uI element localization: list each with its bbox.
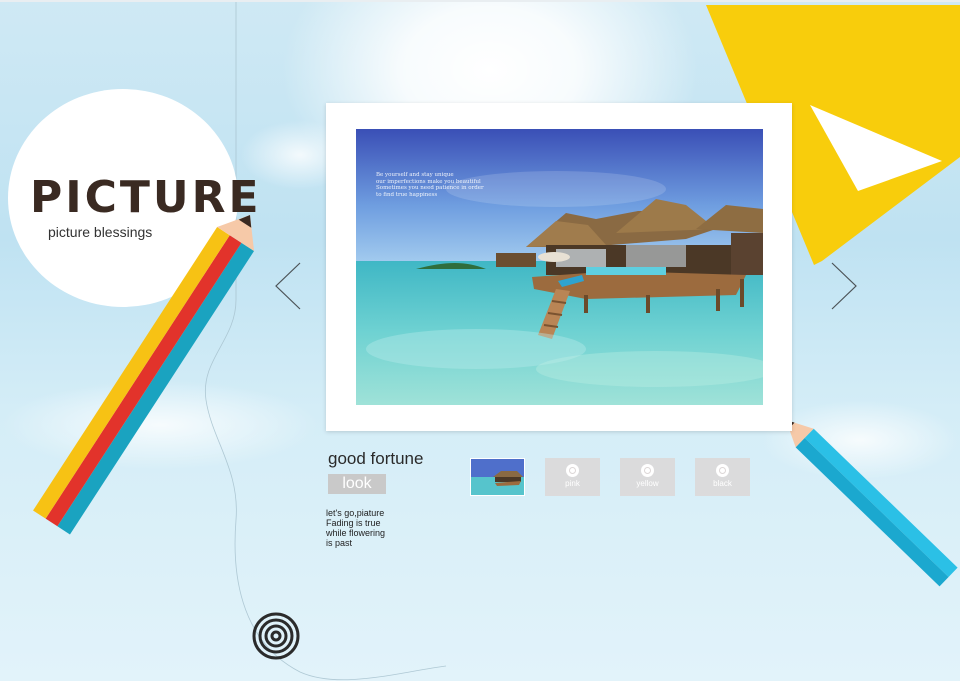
resort-scene <box>356 129 763 405</box>
chevron-right-icon <box>831 262 857 310</box>
poem-text: let's go,piature Fading is true while fl… <box>326 508 386 548</box>
prev-arrow[interactable] <box>274 262 302 310</box>
look-button[interactable]: look <box>328 474 386 494</box>
chevron-left-icon <box>275 262 301 310</box>
thumbnail-black[interactable]: black <box>695 458 750 496</box>
featured-photo <box>356 129 763 405</box>
photo-title: good fortune <box>328 449 424 468</box>
thumbnail-label: yellow <box>636 479 659 488</box>
thumbnail-photo[interactable] <box>470 458 525 496</box>
spiral-icon <box>252 612 300 660</box>
photo-caption: Be yourself and stay unique our imperfec… <box>376 172 484 198</box>
circle-icon <box>566 464 579 477</box>
thumbnail-label: pink <box>565 479 580 488</box>
thumbnail-yellow[interactable]: yellow <box>620 458 675 496</box>
thumbnail-pink[interactable]: pink <box>545 458 600 496</box>
next-arrow[interactable] <box>830 262 858 310</box>
thumbnail-image <box>471 459 524 495</box>
thumbnail-label: black <box>713 479 732 488</box>
circle-icon <box>716 464 729 477</box>
circle-icon <box>641 464 654 477</box>
